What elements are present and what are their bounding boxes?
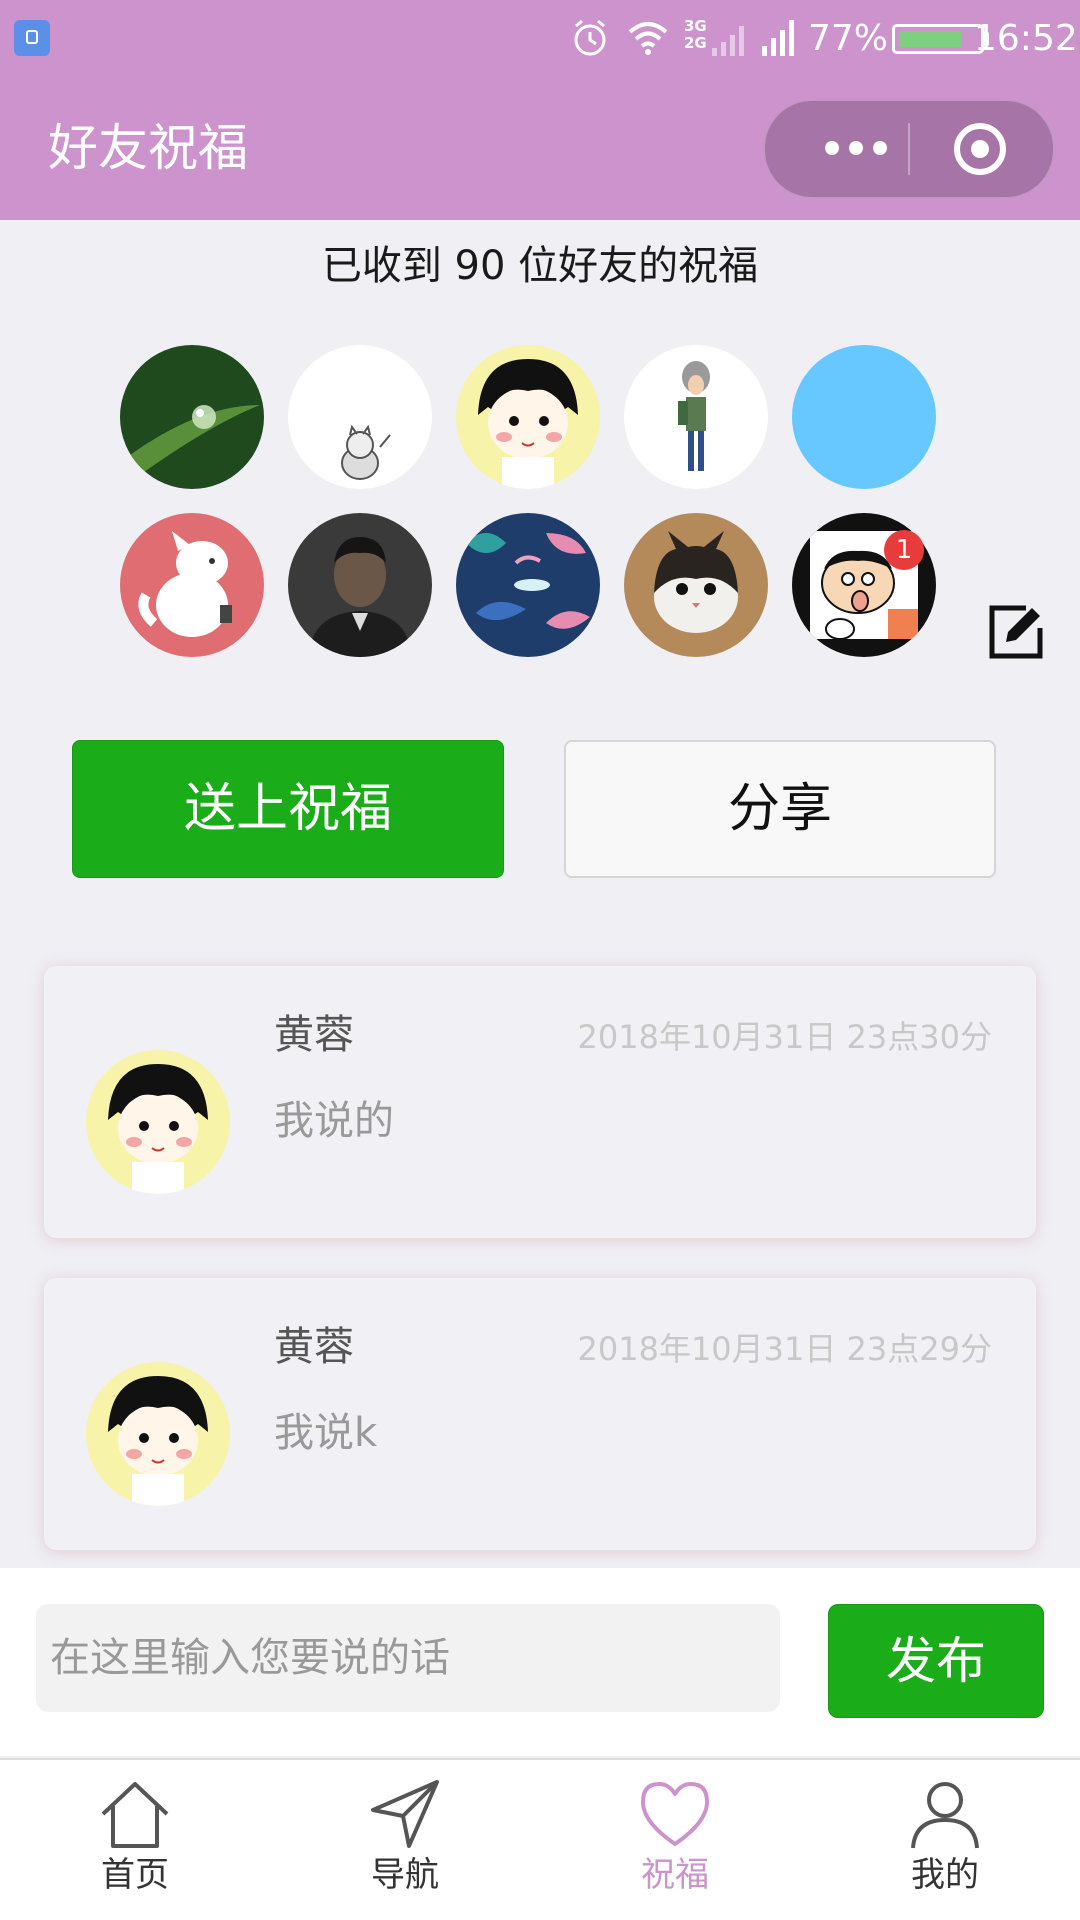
profile-icon bbox=[911, 1782, 979, 1849]
avatar-white-dog[interactable] bbox=[120, 513, 264, 657]
message-author: 黄蓉 bbox=[274, 1324, 354, 1370]
nav-bar: 好友祝福 bbox=[0, 78, 1080, 220]
tab-label: 导航 bbox=[371, 1855, 439, 1895]
tab-label: 我的 bbox=[911, 1855, 979, 1895]
signal-weak-icon bbox=[712, 26, 744, 56]
avatar-man-portrait[interactable] bbox=[288, 513, 432, 657]
tab-bar: 首页 导航 祝福 我的 bbox=[0, 1758, 1080, 1920]
signal-icon bbox=[762, 20, 794, 56]
message-text: 我说k bbox=[274, 1410, 378, 1456]
navigation-icon bbox=[371, 1780, 439, 1848]
share-button[interactable]: 分享 bbox=[564, 740, 996, 878]
battery-level bbox=[899, 31, 961, 47]
more-dots-icon[interactable] bbox=[805, 101, 911, 197]
avatar-leaf-droplet[interactable] bbox=[120, 345, 264, 489]
avatar-illustrated-boy[interactable] bbox=[624, 345, 768, 489]
alarm-icon bbox=[574, 19, 606, 56]
heart-icon bbox=[641, 1782, 709, 1846]
tab-label: 首页 bbox=[101, 1855, 169, 1895]
avatar-blue-circle[interactable] bbox=[792, 345, 936, 489]
message-time: 2018年10月31日 23点30分 bbox=[577, 1018, 993, 1056]
app-notification-icon bbox=[14, 20, 50, 56]
tab-navigation[interactable]: 导航 bbox=[270, 1760, 540, 1920]
message-card: 黄蓉 2018年10月31日 23点29分 我说k bbox=[44, 1278, 1036, 1550]
composer-bar: 在这里输入您要说的话 发布 bbox=[0, 1568, 1080, 1756]
clock: 16:52 bbox=[974, 18, 1078, 59]
send-blessing-button[interactable]: 送上祝福 bbox=[72, 740, 504, 878]
avatar-cat-sketch[interactable] bbox=[288, 345, 432, 489]
network-type-label: 3G 2G bbox=[684, 17, 707, 52]
battery-icon bbox=[892, 24, 984, 54]
publish-button[interactable]: 发布 bbox=[828, 1604, 1044, 1718]
message-time: 2018年10月31日 23点29分 bbox=[577, 1330, 993, 1368]
message-avatar[interactable] bbox=[86, 1362, 230, 1506]
avatar-kitten[interactable] bbox=[624, 513, 768, 657]
menu-capsule bbox=[764, 100, 1054, 198]
battery-percent: 77% bbox=[808, 18, 889, 59]
tab-blessing[interactable]: 祝福 bbox=[540, 1760, 810, 1920]
home-icon bbox=[101, 1782, 169, 1848]
message-text: 我说的 bbox=[274, 1098, 394, 1144]
avatar-grid bbox=[120, 345, 950, 657]
message-author: 黄蓉 bbox=[274, 1012, 354, 1058]
message-input[interactable]: 在这里输入您要说的话 bbox=[36, 1604, 780, 1712]
close-target-icon[interactable] bbox=[933, 101, 1029, 197]
page-title: 好友祝福 bbox=[48, 119, 248, 177]
notification-badge: 1 bbox=[884, 530, 924, 570]
tab-label: 祝福 bbox=[641, 1855, 709, 1895]
status-bar: 3G 2G 77% 16:52 bbox=[0, 0, 1080, 78]
received-count-text: 已收到 90 位好友的祝福 bbox=[321, 243, 759, 289]
avatar-cartoon-girl[interactable] bbox=[456, 345, 600, 489]
message-avatar[interactable] bbox=[86, 1050, 230, 1194]
capsule-divider bbox=[908, 123, 910, 175]
message-card: 黄蓉 2018年10月31日 23点30分 我说的 bbox=[44, 966, 1036, 1238]
wifi-icon bbox=[628, 22, 668, 55]
edit-icon[interactable] bbox=[986, 602, 1046, 662]
tab-profile[interactable]: 我的 bbox=[810, 1760, 1080, 1920]
avatar-leaf-pattern[interactable] bbox=[456, 513, 600, 657]
tab-home[interactable]: 首页 bbox=[0, 1760, 270, 1920]
